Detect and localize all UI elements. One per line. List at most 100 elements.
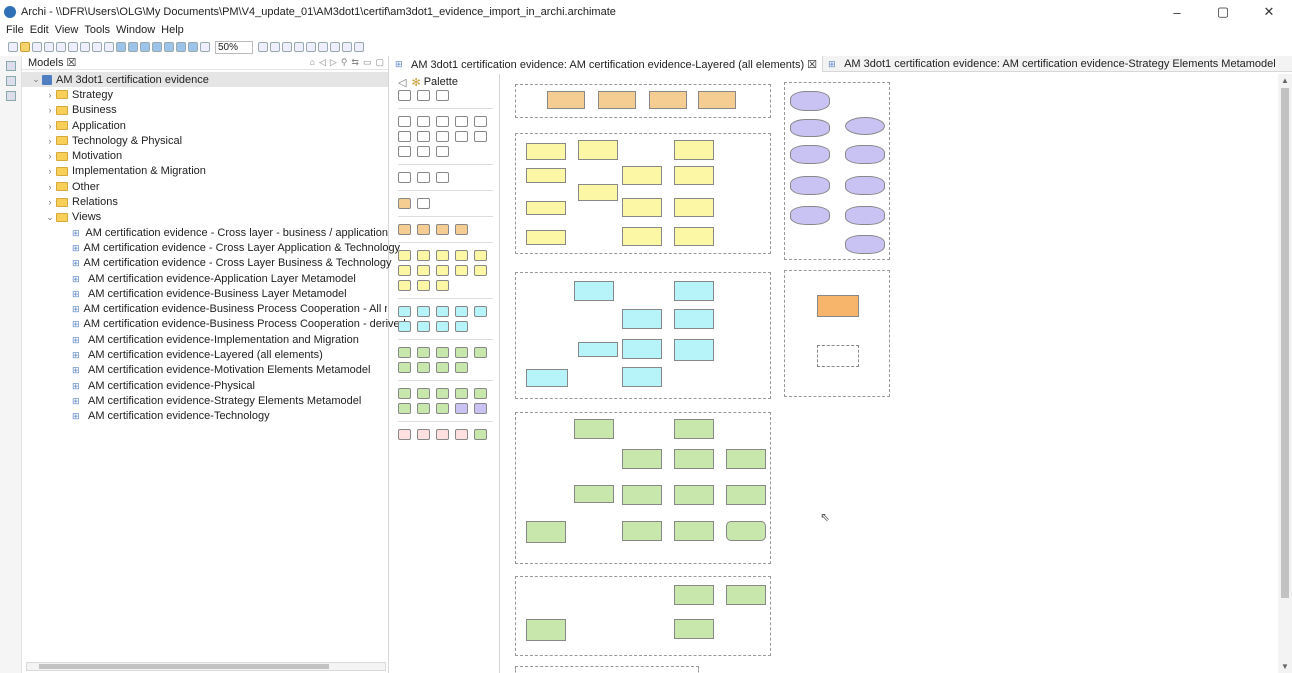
element-application-collaboration[interactable]: [674, 309, 714, 329]
implementation-tool-icon[interactable]: [455, 429, 468, 440]
match-size-icon[interactable]: [330, 42, 341, 52]
element-communication-network[interactable]: [726, 485, 766, 505]
business-tool-icon[interactable]: [455, 250, 468, 261]
physical-tool-icon[interactable]: [436, 388, 449, 399]
folder-relations[interactable]: › Relations: [22, 194, 388, 209]
scroll-down-icon[interactable]: ▼: [1281, 662, 1289, 671]
element-business-service[interactable]: [578, 140, 618, 160]
group-strategy[interactable]: [515, 84, 771, 118]
physical-tool-icon[interactable]: [455, 388, 468, 399]
align-right-icon[interactable]: [318, 42, 329, 52]
back-icon[interactable]: ◁: [319, 57, 326, 68]
motivation-tool-icon[interactable]: [455, 403, 468, 414]
font-icon[interactable]: [258, 42, 269, 52]
view-item[interactable]: ⊞ AM certification evidence-Business Laye…: [22, 286, 388, 301]
business-tool-icon[interactable]: [417, 265, 430, 276]
tab-strategy-view[interactable]: ⊞ AM 3dot1 certification evidence: AM ce…: [823, 56, 1281, 72]
business-tool-icon[interactable]: [474, 265, 487, 276]
plateau-tool-icon[interactable]: [474, 429, 487, 440]
view-item[interactable]: ⊞ AM certification evidence-Implementatio…: [22, 332, 388, 347]
element-business-role[interactable]: [674, 198, 714, 217]
element-facility[interactable]: [674, 585, 714, 605]
line-color-icon[interactable]: [282, 42, 293, 52]
group-tool-icon[interactable]: [417, 172, 430, 183]
paste-icon[interactable]: [92, 42, 102, 52]
strategy-tool-icon[interactable]: [417, 224, 430, 235]
outline-view-icon[interactable]: [6, 76, 16, 86]
group-technology[interactable]: [515, 412, 771, 564]
business-tool-icon[interactable]: [398, 280, 411, 291]
canvas-vertical-scrollbar[interactable]: ▲ ▼: [1278, 74, 1292, 673]
element-application-interface[interactable]: [674, 281, 714, 301]
element-capability[interactable]: [598, 91, 636, 109]
relation-tool-icon[interactable]: [417, 146, 430, 157]
element-technology-event[interactable]: [574, 485, 614, 503]
element-course-of-action[interactable]: [649, 91, 687, 109]
junction-tool-icon[interactable]: [436, 146, 449, 157]
select-tool-icon[interactable]: [398, 90, 411, 101]
business-tool-icon[interactable]: [417, 250, 430, 261]
format-painter-icon[interactable]: [436, 90, 449, 101]
maximize-panel-icon[interactable]: ▢: [375, 57, 384, 68]
tab-layered-view[interactable]: ⊞ AM 3dot1 certification evidence: AM ce…: [390, 56, 824, 72]
element-application-service[interactable]: [574, 281, 614, 301]
business-tool-icon[interactable]: [398, 265, 411, 276]
scroll-up-icon[interactable]: ▲: [1281, 76, 1289, 85]
implementation-tool-icon[interactable]: [417, 429, 430, 440]
relation-tool-icon[interactable]: [455, 131, 468, 142]
zoom-combo[interactable]: 50%: [215, 40, 254, 54]
folder-business[interactable]: › Business: [22, 103, 388, 118]
element-assessment[interactable]: [845, 145, 885, 164]
expand-icon[interactable]: ›: [44, 105, 56, 115]
element-requirement[interactable]: [845, 206, 885, 225]
element-application-function[interactable]: [622, 339, 662, 359]
technology-tool-icon[interactable]: [398, 362, 411, 373]
restore-icon[interactable]: [6, 61, 16, 71]
cut-icon[interactable]: [68, 42, 78, 52]
view-item[interactable]: ⊞ AM certification evidence-Business Proc…: [22, 317, 406, 332]
redo-icon[interactable]: [56, 42, 66, 52]
view-item[interactable]: ⊞ AM certification evidence-Physical: [22, 378, 388, 393]
implementation-tool-icon[interactable]: [436, 429, 449, 440]
technology-tool-icon[interactable]: [436, 362, 449, 373]
expand-icon[interactable]: ›: [44, 151, 56, 161]
folder-implementation[interactable]: › Implementation & Migration: [22, 164, 388, 179]
strategy-tool-icon[interactable]: [455, 224, 468, 235]
zoom-fit-icon[interactable]: [200, 42, 210, 52]
application-tool-icon[interactable]: [398, 321, 411, 332]
element-equipment[interactable]: [674, 619, 714, 639]
align-left-icon[interactable]: [294, 42, 305, 52]
relation-tool-icon[interactable]: [474, 116, 487, 127]
menu-help[interactable]: Help: [161, 24, 184, 39]
application-tool-icon[interactable]: [417, 306, 430, 317]
diagram-canvas[interactable]: ⇖: [502, 74, 1276, 673]
business-tool-icon[interactable]: [455, 265, 468, 276]
relation-tool-icon[interactable]: [398, 116, 411, 127]
fill-color-icon[interactable]: [270, 42, 281, 52]
element-application-component[interactable]: [674, 339, 714, 361]
business-tool-icon[interactable]: [398, 250, 411, 261]
element-goal[interactable]: [790, 176, 830, 195]
relation-tool-icon[interactable]: [398, 146, 411, 157]
tree-root-node[interactable]: ⌄ AM 3dot1 certification evidence: [22, 72, 388, 88]
scrollbar-thumb[interactable]: [39, 664, 329, 669]
delete-icon[interactable]: [104, 42, 114, 52]
group-business[interactable]: [515, 133, 771, 254]
application-tool-icon[interactable]: [417, 321, 430, 332]
grouping-tool-icon[interactable]: [417, 198, 430, 209]
element-technology-interaction[interactable]: [622, 449, 662, 469]
forward-icon[interactable]: ▷: [330, 57, 337, 68]
physical-tool-icon[interactable]: [398, 403, 411, 414]
group-application[interactable]: [515, 272, 771, 399]
properties-icon[interactable]: [128, 42, 138, 52]
element-location[interactable]: [817, 295, 859, 317]
business-tool-icon[interactable]: [436, 280, 449, 291]
element-business-interface[interactable]: [674, 140, 714, 160]
outline-icon[interactable]: [140, 42, 150, 52]
folder-motivation[interactable]: › Motivation: [22, 148, 388, 163]
element-stakeholder[interactable]: [790, 91, 830, 111]
element-path[interactable]: [726, 449, 766, 469]
element-material[interactable]: [526, 619, 566, 641]
folder-strategy[interactable]: › Strategy: [22, 87, 388, 102]
undo-icon[interactable]: [44, 42, 54, 52]
